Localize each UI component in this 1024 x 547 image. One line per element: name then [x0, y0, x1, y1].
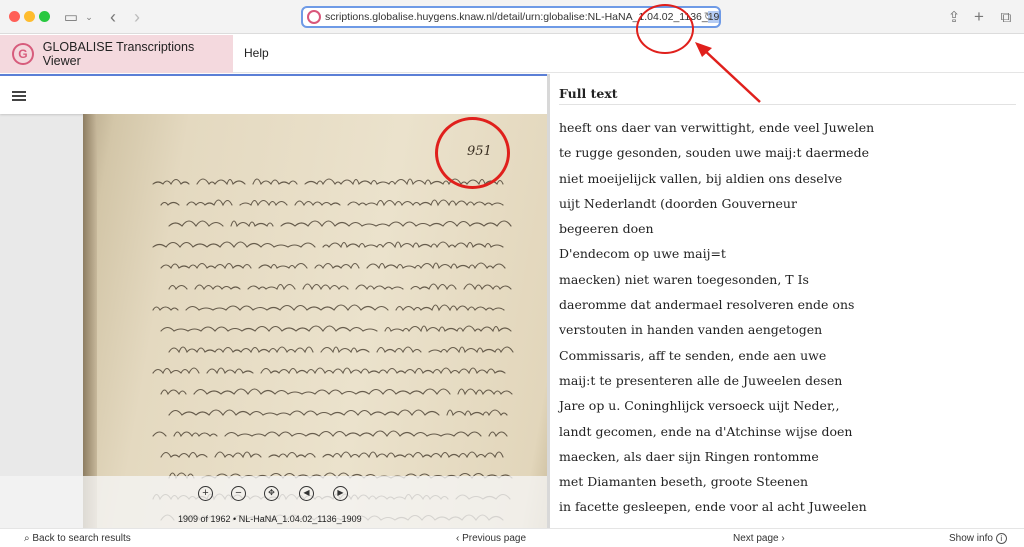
transcription-lines: heeft ons daer van verwittight, ende vee… [559, 120, 874, 525]
app-title: GLOBALISE Transcriptions Viewer [42, 40, 195, 68]
show-info-label: Show info [949, 533, 993, 544]
transcription-line: landt gecomen, ende na d'Atchinse wijse … [559, 423, 853, 439]
app-header: G GLOBALISE Transcriptions Viewer Help [0, 35, 1024, 73]
transcription-line: heeft ons daer van verwittight, ende vee… [559, 120, 875, 135]
transcription-line: D'endecom op uwe maij=t [559, 246, 726, 262]
divider [559, 104, 1016, 105]
show-info-toggle[interactable]: Show info i [949, 533, 1007, 544]
viewer-controls: + − ✥ ◀ ▶ 1909 of 1962 • NL-HaNA_1.04.02… [0, 476, 547, 528]
transcription-line: in facette gesleepen, ende voor al acht … [559, 499, 867, 515]
fulltext-heading: Full text [559, 86, 618, 101]
help-link[interactable]: Help [244, 46, 269, 60]
annotation-circle [435, 117, 510, 189]
share-icon[interactable]: ⇪ [945, 7, 963, 27]
forward-arrow-icon[interactable]: › [130, 7, 144, 27]
reload-icon[interactable]: ↻ [704, 10, 713, 23]
fulltext-panel: Full text heeft ons daer van verwittight… [550, 74, 1024, 528]
next-icon[interactable]: ▶ [333, 486, 348, 501]
zoom-out-icon[interactable]: − [231, 486, 246, 501]
manuscript-scan-image[interactable]: 951 [83, 114, 547, 528]
search-icon: ⌕ [24, 533, 30, 544]
back-arrow-icon[interactable]: ‹ [106, 7, 120, 27]
transcription-line: uijt Nederlandt (doorden Gouverneur [559, 195, 797, 211]
viewer-topbar [0, 74, 547, 114]
footer-nav: ⌕ Back to search results ‹ Previous page… [0, 528, 1024, 547]
tab-overview-icon[interactable]: ⧉ [997, 7, 1015, 27]
maximize-window-button[interactable] [39, 11, 50, 22]
transcription-line: te rugge gesonden, souden uwe maij:t dae… [559, 145, 869, 161]
menu-icon[interactable] [12, 91, 26, 101]
transcription-line: met Diamanten beseth, groote Steenen [559, 474, 809, 490]
chevron-down-icon[interactable]: ⌄ [84, 7, 94, 27]
chevron-right-icon: › [781, 533, 785, 544]
transcription-line: niet moeijelijck vallen, bij aldien ons … [559, 170, 843, 186]
annotation-arrow-icon [695, 42, 761, 103]
zoom-in-icon[interactable]: + [198, 486, 213, 501]
transcription-line: daeromme dat andermael resolveren ende o… [559, 297, 855, 313]
next-page-label: Next page [733, 533, 779, 544]
sidebar-toggle-icon[interactable]: ▭ [62, 7, 80, 27]
transcription-line: Jare op u. Coninghlijck versoeck uijt Ne… [559, 398, 840, 414]
back-to-search-link[interactable]: ⌕ Back to search results [24, 533, 131, 544]
transcription-line: begeeren doen [559, 221, 654, 237]
new-tab-icon[interactable]: + [970, 7, 988, 27]
reset-zoom-icon[interactable]: ✥ [264, 486, 279, 501]
previous-icon[interactable]: ◀ [299, 486, 314, 501]
previous-page-label: Previous page [462, 533, 527, 544]
annotation-circle [636, 4, 694, 54]
globalise-logo-icon: G [12, 43, 34, 65]
back-to-search-label: Back to search results [32, 533, 131, 544]
brand[interactable]: G GLOBALISE Transcriptions Viewer [0, 35, 233, 73]
browser-toolbar: ▭ ⌄ ‹ › scriptions.globalise.huygens.kna… [0, 0, 1024, 34]
previous-page-link[interactable]: ‹ Previous page [456, 533, 526, 544]
next-page-link[interactable]: Next page › [733, 533, 785, 544]
site-favicon-icon [307, 10, 321, 24]
info-icon: i [995, 533, 1007, 544]
close-window-button[interactable] [9, 11, 20, 22]
transcription-line: maecken) niet waren toegesonden, T Is [559, 271, 809, 287]
chevron-left-icon: ‹ [456, 533, 460, 544]
transcription-line: verstouten in handen vanden aengetogen [559, 322, 823, 338]
transcription-line: Commissaris, aff te senden, ende aen uwe [559, 347, 827, 363]
page-indicator: 1909 of 1962 • NL-HaNA_1.04.02_1136_1909 [178, 514, 362, 524]
minimize-window-button[interactable] [24, 11, 35, 22]
transcription-line: maij:t te presenteren alle de Juweelen d… [559, 372, 843, 388]
scan-viewer: 951 + − ✥ ◀ ▶ 1909 of 1962 • NL-HaNA_1.0… [0, 74, 547, 528]
transcription-line: maecken, als daer sijn Ringen rontomme [559, 448, 819, 464]
